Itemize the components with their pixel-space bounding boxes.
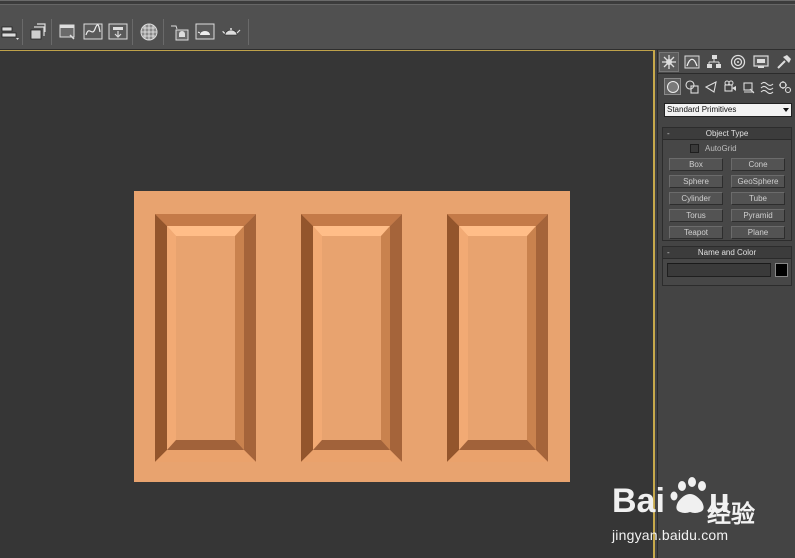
object-type-title: Object Type [705,129,749,138]
door-panel-object[interactable] [134,191,570,482]
category-dropdown-value: Standard Primitives [667,105,737,114]
baidu-jingyan-watermark: Bai u 经验 jingyan.baidu.com [612,472,792,552]
curve-editor-icon[interactable] [82,21,104,43]
display-tab-icon[interactable] [751,52,771,72]
space-warps-category-icon[interactable] [758,78,775,95]
toolbar-separator [132,19,133,45]
scene-explorer-icon[interactable] [57,21,79,43]
schematic-view-icon[interactable] [107,21,129,43]
tube-button[interactable]: Tube [731,192,785,205]
autogrid-checkbox[interactable] [690,144,699,153]
geometry-category-icon[interactable] [664,78,681,95]
cylinder-button[interactable]: Cylinder [669,192,723,205]
shapes-category-icon[interactable] [683,78,700,95]
layer-manager-icon[interactable] [27,21,49,43]
box-button[interactable]: Box [669,158,723,171]
sphere-button[interactable]: Sphere [669,175,723,188]
paw-icon [670,477,706,513]
cameras-category-icon[interactable] [721,78,738,95]
raised-panel-center [301,214,402,462]
perspective-viewport[interactable] [0,50,655,558]
name-and-color-rollout: - Name and Color [662,246,792,286]
cone-button[interactable]: Cone [731,158,785,171]
plane-button[interactable]: Plane [731,226,785,239]
collapse-icon: - [667,248,670,257]
svg-text:Bai: Bai [612,482,665,520]
collapse-icon: - [667,129,670,138]
render-setup-icon[interactable] [169,21,191,43]
object-type-rollout: - Object Type AutoGrid Box Cone Sphere G… [662,127,792,241]
watermark-suffix: 经验 [707,500,755,528]
watermark-url: jingyan.baidu.com [612,527,729,543]
toolbar-separator [163,19,164,45]
object-name-input[interactable] [667,263,771,277]
toolbar-separator [51,19,52,45]
menu-bar-strip [0,1,795,5]
rendered-frame-window-icon[interactable] [194,21,216,43]
command-panel-tabs [658,50,795,74]
create-tab-icon[interactable] [659,52,679,72]
utilities-tab-icon[interactable] [774,52,794,72]
torus-button[interactable]: Torus [669,209,723,222]
raised-panel-right [447,214,548,462]
autogrid-option[interactable]: AutoGrid [690,144,737,153]
teapot-button[interactable]: Teapot [669,226,723,239]
object-color-swatch[interactable] [775,263,788,277]
toolbar-separator [248,19,249,45]
align-icon[interactable] [0,21,22,43]
systems-category-icon[interactable] [776,78,793,95]
raised-panel-left [155,214,256,462]
autogrid-label: AutoGrid [705,144,737,153]
object-type-rollout-header[interactable]: - Object Type [663,128,791,140]
category-dropdown[interactable]: Standard Primitives [664,103,792,117]
motion-tab-icon[interactable] [728,52,748,72]
chevron-down-icon [783,108,789,112]
name-and-color-title: Name and Color [697,248,757,257]
material-editor-icon[interactable] [138,21,160,43]
main-toolbar [0,0,795,50]
object-category-buttons [658,76,795,98]
pyramid-button[interactable]: Pyramid [731,209,785,222]
toolbar-separator [22,19,23,45]
geosphere-button[interactable]: GeoSphere [731,175,785,188]
hierarchy-tab-icon[interactable] [704,52,724,72]
name-and-color-rollout-header[interactable]: - Name and Color [663,247,791,259]
modify-tab-icon[interactable] [682,52,702,72]
render-teapot-icon[interactable] [220,21,242,43]
lights-category-icon[interactable] [702,78,719,95]
helpers-category-icon[interactable] [740,78,757,95]
